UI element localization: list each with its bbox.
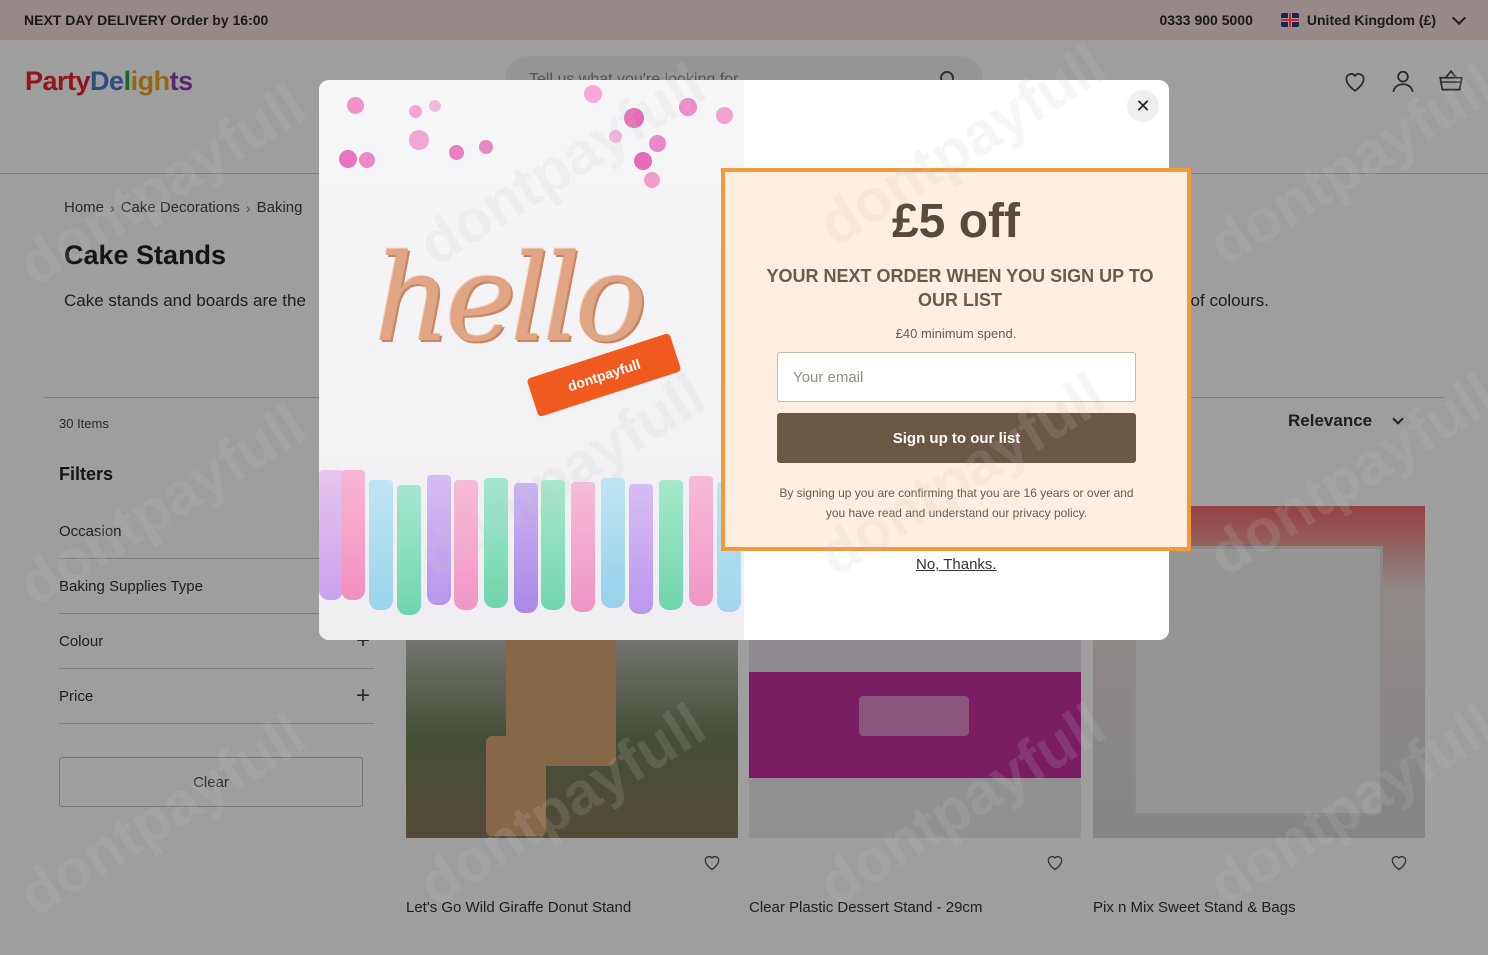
hello-balloon-text: hello [374, 230, 647, 369]
offer-panel: £5 off YOUR NEXT ORDER WHEN YOU SIGN UP … [721, 168, 1191, 551]
hello-balloon-image: hello dontpayfull [319, 80, 744, 640]
email-field[interactable] [777, 352, 1136, 402]
offer-subtitle: YOUR NEXT ORDER WHEN YOU SIGN UP TO OUR … [766, 266, 1154, 310]
legal-text: By signing up you are confirming that yo… [779, 486, 1134, 520]
offer-title: £5 off [891, 195, 1020, 248]
no-thanks-link[interactable]: No, Thanks. [916, 556, 997, 573]
close-icon[interactable]: ✕ [1127, 90, 1159, 122]
minimum-spend: £40 minimum spend. [895, 326, 1017, 341]
signup-button[interactable]: Sign up to our list [777, 413, 1136, 463]
